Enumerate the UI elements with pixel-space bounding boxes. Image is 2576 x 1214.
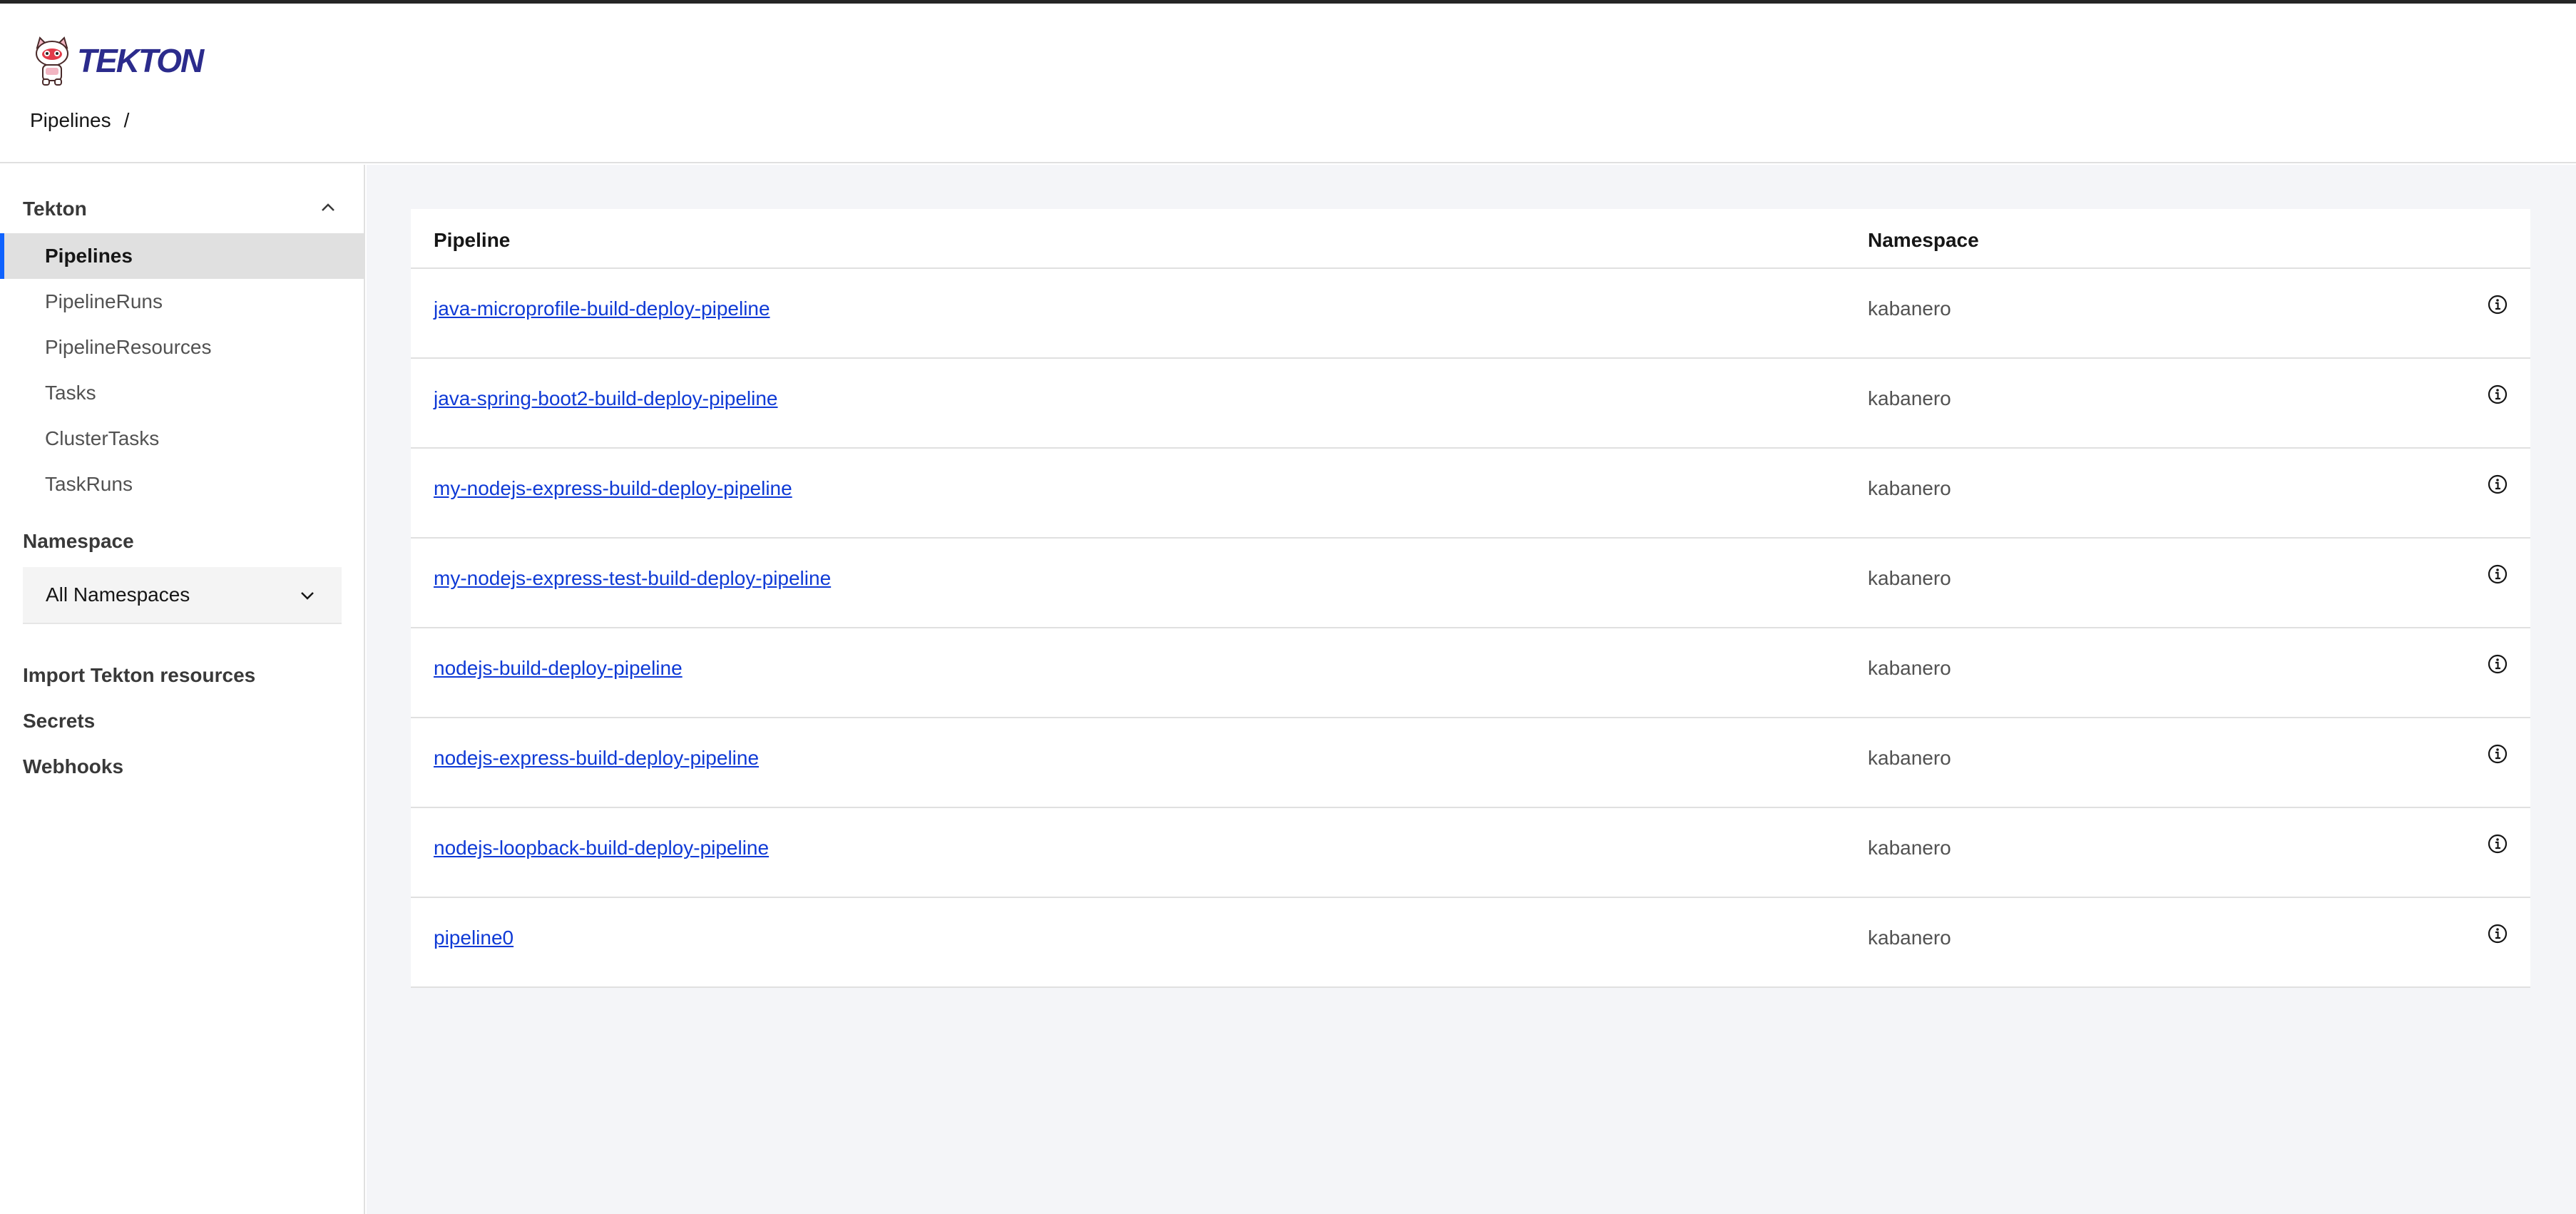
namespace-cell: kabanero: [1868, 927, 1951, 949]
sidebar-section-tekton[interactable]: Tekton: [23, 198, 87, 220]
sidebar-item-pipelineresources[interactable]: PipelineResources: [0, 325, 364, 370]
namespace-cell: kabanero: [1868, 477, 1951, 499]
sidebar-item-label: ClusterTasks: [45, 427, 160, 449]
table-header: Pipeline Namespace: [411, 209, 2530, 269]
breadcrumb: Pipelines /: [30, 109, 129, 132]
sidebar-item-label: Pipelines: [45, 245, 133, 267]
sidebar-link-import-tekton-resources[interactable]: Import Tekton resources: [23, 664, 255, 687]
namespace-title: Namespace: [23, 530, 134, 552]
breadcrumb-item-pipelines[interactable]: Pipelines: [30, 109, 111, 132]
table-row: nodejs-loopback-build-deploy-pipeline ka…: [411, 808, 2530, 898]
sidebar: Tekton Pipelines PipelineRuns PipelineRe…: [0, 165, 365, 1214]
logo-text: TEKTON: [77, 42, 204, 79]
sidebar-item-clustertasks[interactable]: ClusterTasks: [0, 416, 364, 461]
sidebar-link-secrets[interactable]: Secrets: [23, 710, 95, 733]
sidebar-item-pipelineruns[interactable]: PipelineRuns: [0, 279, 364, 325]
namespace-cell: kabanero: [1868, 747, 1951, 769]
pipeline-link[interactable]: my-nodejs-express-test-build-deploy-pipe…: [434, 567, 831, 590]
info-icon[interactable]: [2486, 922, 2509, 945]
info-icon[interactable]: [2486, 653, 2509, 675]
info-icon[interactable]: [2486, 563, 2509, 586]
breadcrumb-separator: /: [123, 109, 130, 131]
info-icon[interactable]: [2486, 473, 2509, 496]
chevron-down-icon: [301, 592, 314, 600]
column-header-namespace: Namespace: [1868, 229, 1979, 251]
sidebar-item-tasks[interactable]: Tasks: [0, 370, 364, 416]
tekton-logo[interactable]: TEKTON: [30, 32, 204, 89]
info-icon[interactable]: [2486, 743, 2509, 765]
namespace-cell: kabanero: [1868, 657, 1951, 679]
table-row: my-nodejs-express-build-deploy-pipeline …: [411, 449, 2530, 539]
table-row: nodejs-build-deploy-pipeline kabanero: [411, 628, 2530, 718]
sidebar-item-label: TaskRuns: [45, 473, 133, 495]
pipeline-link[interactable]: nodejs-loopback-build-deploy-pipeline: [434, 837, 769, 860]
table-row: nodejs-express-build-deploy-pipeline kab…: [411, 718, 2530, 808]
chevron-up-icon[interactable]: [318, 198, 338, 218]
sidebar-item-label: Tasks: [45, 382, 96, 404]
tekton-cat-icon: [36, 36, 68, 86]
table-row: java-spring-boot2-build-deploy-pipeline …: [411, 359, 2530, 449]
sidebar-item-label: PipelineRuns: [45, 290, 163, 312]
sidebar-item-label: PipelineResources: [45, 336, 212, 358]
header: TEKTON Pipelines /: [0, 4, 2576, 163]
main-content: Pipeline Namespace java-microprofile-bui…: [367, 165, 2576, 1214]
sidebar-item-pipelines[interactable]: Pipelines: [0, 233, 364, 279]
namespace-cell: kabanero: [1868, 567, 1951, 589]
sidebar-link-webhooks[interactable]: Webhooks: [23, 755, 123, 778]
sidebar-item-taskruns[interactable]: TaskRuns: [0, 461, 364, 507]
pipelines-table: Pipeline Namespace java-microprofile-bui…: [411, 209, 2530, 988]
table-row: pipeline0 kabanero: [411, 898, 2530, 988]
table-row: java-microprofile-build-deploy-pipeline …: [411, 269, 2530, 359]
table-row: my-nodejs-express-test-build-deploy-pipe…: [411, 539, 2530, 628]
column-header-pipeline: Pipeline: [434, 229, 511, 251]
pipeline-link[interactable]: java-spring-boot2-build-deploy-pipeline: [434, 387, 778, 410]
pipeline-link[interactable]: java-microprofile-build-deploy-pipeline: [434, 297, 770, 320]
info-icon[interactable]: [2486, 383, 2509, 406]
pipeline-link[interactable]: nodejs-build-deploy-pipeline: [434, 657, 683, 680]
pipeline-link[interactable]: my-nodejs-express-build-deploy-pipeline: [434, 477, 792, 500]
namespace-select[interactable]: All Namespaces: [23, 567, 342, 624]
info-icon[interactable]: [2486, 832, 2509, 855]
namespace-cell: kabanero: [1868, 837, 1951, 859]
info-icon[interactable]: [2486, 293, 2509, 316]
pipeline-link[interactable]: nodejs-express-build-deploy-pipeline: [434, 747, 759, 770]
pipeline-link[interactable]: pipeline0: [434, 927, 513, 949]
namespace-cell: kabanero: [1868, 387, 1951, 409]
namespace-select-value: All Namespaces: [46, 583, 190, 606]
namespace-cell: kabanero: [1868, 297, 1951, 320]
